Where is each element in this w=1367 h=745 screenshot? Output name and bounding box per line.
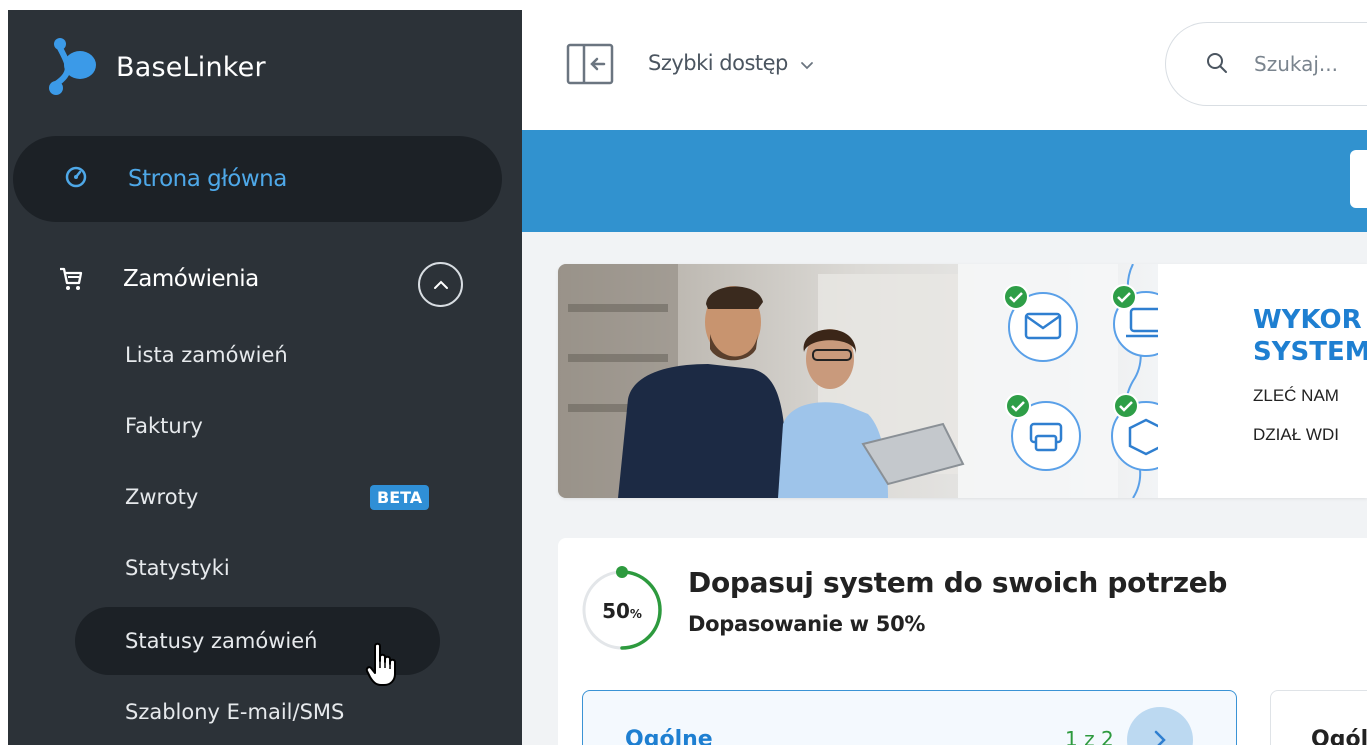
search-input[interactable] <box>1254 47 1367 81</box>
promo-banner[interactable]: WYKOR SYSTEM ZLEĆ NAM DZIAŁ WDI <box>558 264 1367 498</box>
step-next-button[interactable] <box>1127 707 1193 745</box>
nav-home-label: Strona główna <box>128 166 287 192</box>
cart-icon <box>58 266 84 297</box>
dashboard-gauge-icon <box>65 166 87 193</box>
nav-item-label: Lista zamówień <box>125 343 288 367</box>
search-icon <box>1206 52 1228 79</box>
nav-orders[interactable]: Zamówienia <box>8 254 522 310</box>
brand-logo[interactable]: BaseLinker <box>48 32 266 102</box>
step-count: 1 z 2 <box>1065 727 1114 745</box>
progress-dot <box>616 566 628 578</box>
percent-sign: % <box>630 607 642 621</box>
nav-invoices[interactable]: Faktury <box>75 392 440 460</box>
nav-item-label: Statusy zamówień <box>125 629 318 653</box>
nav-item-label: Szablony E-mail/SMS <box>125 700 345 724</box>
top-header: Szybki dostęp <box>522 10 1367 130</box>
nav-item-label: Zwroty <box>125 485 199 509</box>
hand-pointer-cursor-icon <box>365 642 399 693</box>
nav-returns[interactable]: Zwroty BETA <box>75 463 440 531</box>
baselinker-logo-icon <box>48 34 100 101</box>
setup-step-general-2[interactable]: Ogól <box>1270 690 1367 745</box>
setup-subtitle: Dopasowanie w 50% <box>688 612 926 636</box>
app-window: BaseLinker Strona główna Zamówienia List… <box>8 10 1367 745</box>
collapse-chevron-up-icon[interactable] <box>418 262 463 307</box>
banner-photo <box>558 264 1158 498</box>
setup-progress-card: 50% Dopasuj system do swoich potrzeb Dop… <box>558 538 1367 745</box>
nav-statistics[interactable]: Statystyki <box>75 534 440 602</box>
blue-header-band <box>522 130 1367 232</box>
setup-step-general[interactable]: Ogólne 1 z 2 <box>582 690 1237 745</box>
progress-ring: 50% <box>582 566 662 650</box>
nav-home[interactable]: Strona główna <box>13 136 502 222</box>
banner-title-line: WYKOR <box>1253 305 1362 335</box>
chevron-right-icon <box>1154 730 1166 745</box>
setup-title: Dopasuj system do swoich potrzeb <box>688 566 1228 599</box>
step-name: Ogól <box>1311 727 1367 745</box>
sidebar-toggle-icon[interactable] <box>566 43 614 90</box>
nav-orders-list[interactable]: Lista zamówień <box>75 321 440 389</box>
nav-item-label: Statystyki <box>125 556 230 580</box>
nav-item-label: Faktury <box>125 414 203 438</box>
chevron-down-icon <box>800 51 814 75</box>
banner-text-line: ZLEĆ NAM <box>1253 386 1339 405</box>
nav-orders-label: Zamówienia <box>123 266 259 292</box>
quick-access-label: Szybki dostęp <box>648 51 788 75</box>
progress-value: 50 <box>602 599 630 623</box>
quick-access-dropdown[interactable]: Szybki dostęp <box>648 51 814 75</box>
sidebar: BaseLinker Strona główna Zamówienia List… <box>8 10 522 745</box>
progress-percent-text: 50% <box>602 599 642 623</box>
brand-name: BaseLinker <box>116 51 266 83</box>
banner-title: WYKOR SYSTEM <box>1253 304 1367 368</box>
search-box <box>1165 22 1367 106</box>
banner-text-line: DZIAŁ WDI <box>1253 425 1339 444</box>
step-name: Ogólne <box>625 727 713 745</box>
banner-title-line: SYSTEM <box>1253 337 1367 367</box>
beta-badge: BETA <box>370 485 430 510</box>
band-action-button[interactable] <box>1350 150 1367 208</box>
